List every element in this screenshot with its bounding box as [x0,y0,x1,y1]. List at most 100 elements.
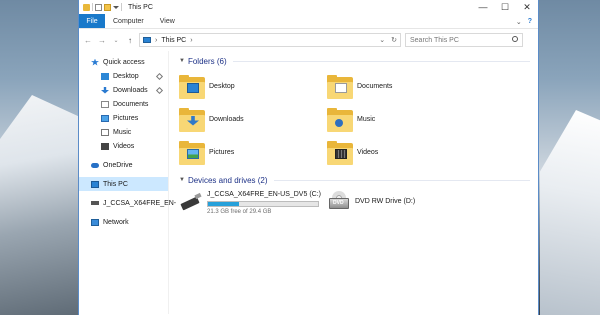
documents-folder-icon [327,74,353,100]
nav-network[interactable]: Network [79,215,168,229]
search-input[interactable]: Search This PC [405,33,523,47]
address-bar-row: ← → ⌄ ↑ › This PC › ⌄ ↻ Search This PC [79,29,538,51]
recent-locations-icon[interactable]: ⌄ [111,37,121,44]
devices-group-header[interactable]: ▼ Devices and drives (2) [179,173,530,187]
nav-item-pictures[interactable]: Pictures [79,111,168,125]
nav-item-music[interactable]: Music [79,125,168,139]
quick-access-toolbar [79,3,122,11]
nav-usb-drive[interactable]: J_CCSA_X64FRE_EN- [79,196,176,210]
folder-desktop[interactable]: Desktop [179,70,327,103]
nav-item-documents[interactable]: Documents [79,97,168,111]
desktop-background-right [540,110,600,315]
collapse-chevron-icon[interactable]: ▼ [179,177,185,183]
address-controls: ⌄ ↻ [379,36,397,44]
this-pc-icon [143,37,151,43]
properties-icon[interactable] [95,3,102,11]
group-title: Devices and drives (2) [187,175,268,185]
ribbon-controls: ⌄ ? [516,14,532,29]
folder-documents[interactable]: Documents [327,70,475,103]
folder-pictures[interactable]: Pictures [179,136,327,169]
toolbar-divider [92,3,93,11]
forward-arrow-icon[interactable]: → [97,36,107,45]
nav-item-downloads[interactable]: Downloads [79,83,168,97]
title-bar: This PC — ☐ ✕ [79,0,538,14]
group-divider [273,179,530,181]
file-explorer-window: This PC — ☐ ✕ File Computer View ⌄ ? ← →… [78,0,539,315]
breadcrumb-chevron-icon[interactable]: › [155,37,157,44]
folder-label: Pictures [209,149,235,156]
folder-label: Documents [357,83,393,90]
customize-toolbar-icon[interactable] [113,5,119,9]
drive-name: J_CCSA_X64FRE_EN-US_DV5 (C:) [207,191,321,198]
search-placeholder: Search This PC [410,36,459,44]
window-title: This PC [128,3,153,11]
dvd-drive-icon: DVD [327,190,351,212]
nav-label: Downloads [113,86,148,94]
nav-label: Quick access [103,58,145,66]
video-icon [101,142,109,150]
drive-dvd-d[interactable]: DVD DVD RW Drive (D:) [327,190,475,222]
nav-this-pc[interactable]: This PC [79,177,168,191]
folder-label: Videos [357,149,379,156]
nav-label: This PC [103,180,128,188]
breadcrumb-this-pc[interactable]: This PC [161,37,186,44]
music-folder-icon [327,107,353,133]
cloud-icon [91,162,99,168]
folders-grid: Desktop Documents Downloads Music Pictur… [179,70,530,169]
drive-usage-bar [207,201,319,207]
collapse-chevron-icon[interactable]: ▼ [179,58,185,64]
address-dropdown-icon[interactable]: ⌄ [379,36,385,44]
folder-label: Desktop [209,83,235,90]
folders-group-header[interactable]: ▼ Folders (6) [179,54,530,68]
usb-drive-icon [179,190,203,212]
document-icon [101,100,109,108]
nav-item-desktop[interactable]: Desktop [79,69,168,83]
pin-icon[interactable] [155,86,164,94]
refresh-icon[interactable]: ↻ [391,36,397,44]
nav-onedrive[interactable]: OneDrive [79,158,168,172]
nav-quick-access[interactable]: Quick access [79,55,168,69]
folder-videos[interactable]: Videos [327,136,475,169]
up-arrow-icon[interactable]: ↑ [125,36,135,45]
dvd-badge: DVD [333,200,344,206]
music-icon [101,128,109,136]
search-icon [512,36,518,42]
toolbar-divider [121,3,122,11]
close-button[interactable]: ✕ [516,0,538,14]
folder-icon [83,3,90,11]
nav-label: Documents [113,100,149,108]
usb-drive-icon [91,201,99,205]
desktop-background-left [0,95,80,315]
drive-free-space: 21.3 GB free of 29.4 GB [207,209,272,215]
file-list: ▼ Folders (6) Desktop Documents Download… [169,51,538,314]
drive-usage-fill [208,202,239,206]
expand-ribbon-icon[interactable]: ⌄ [516,18,522,26]
breadcrumb-chevron-icon[interactable]: › [190,37,192,44]
folder-downloads[interactable]: Downloads [179,103,327,136]
pictures-folder-icon [179,140,205,166]
nav-label: J_CCSA_X64FRE_EN- [103,199,177,207]
minimize-button[interactable]: — [472,0,494,14]
tab-computer[interactable]: Computer [105,14,152,28]
videos-folder-icon [327,140,353,166]
folder-music[interactable]: Music [327,103,475,136]
nav-label: Videos [113,142,135,150]
computer-icon [91,180,99,188]
maximize-button[interactable]: ☐ [494,0,516,14]
nav-item-videos[interactable]: Videos [79,139,168,153]
downloads-folder-icon [179,107,205,133]
help-icon[interactable]: ? [528,18,532,25]
tab-view[interactable]: View [152,14,183,28]
navigation-pane: Quick access Desktop Downloads Documents… [79,51,176,314]
pin-icon[interactable] [155,72,164,80]
address-field[interactable]: › This PC › ⌄ ↻ [139,33,401,47]
star-icon [91,58,99,66]
content-area: Quick access Desktop Downloads Documents… [79,51,538,314]
nav-label: Network [103,218,129,226]
back-arrow-icon[interactable]: ← [83,36,93,45]
drive-name: DVD RW Drive (D:) [355,198,416,205]
tab-file[interactable]: File [79,14,105,28]
drive-usb-c[interactable]: J_CCSA_X64FRE_EN-US_DV5 (C:) 21.3 GB fre… [179,190,327,222]
new-folder-icon[interactable] [104,3,111,11]
nav-label: Pictures [113,114,139,122]
